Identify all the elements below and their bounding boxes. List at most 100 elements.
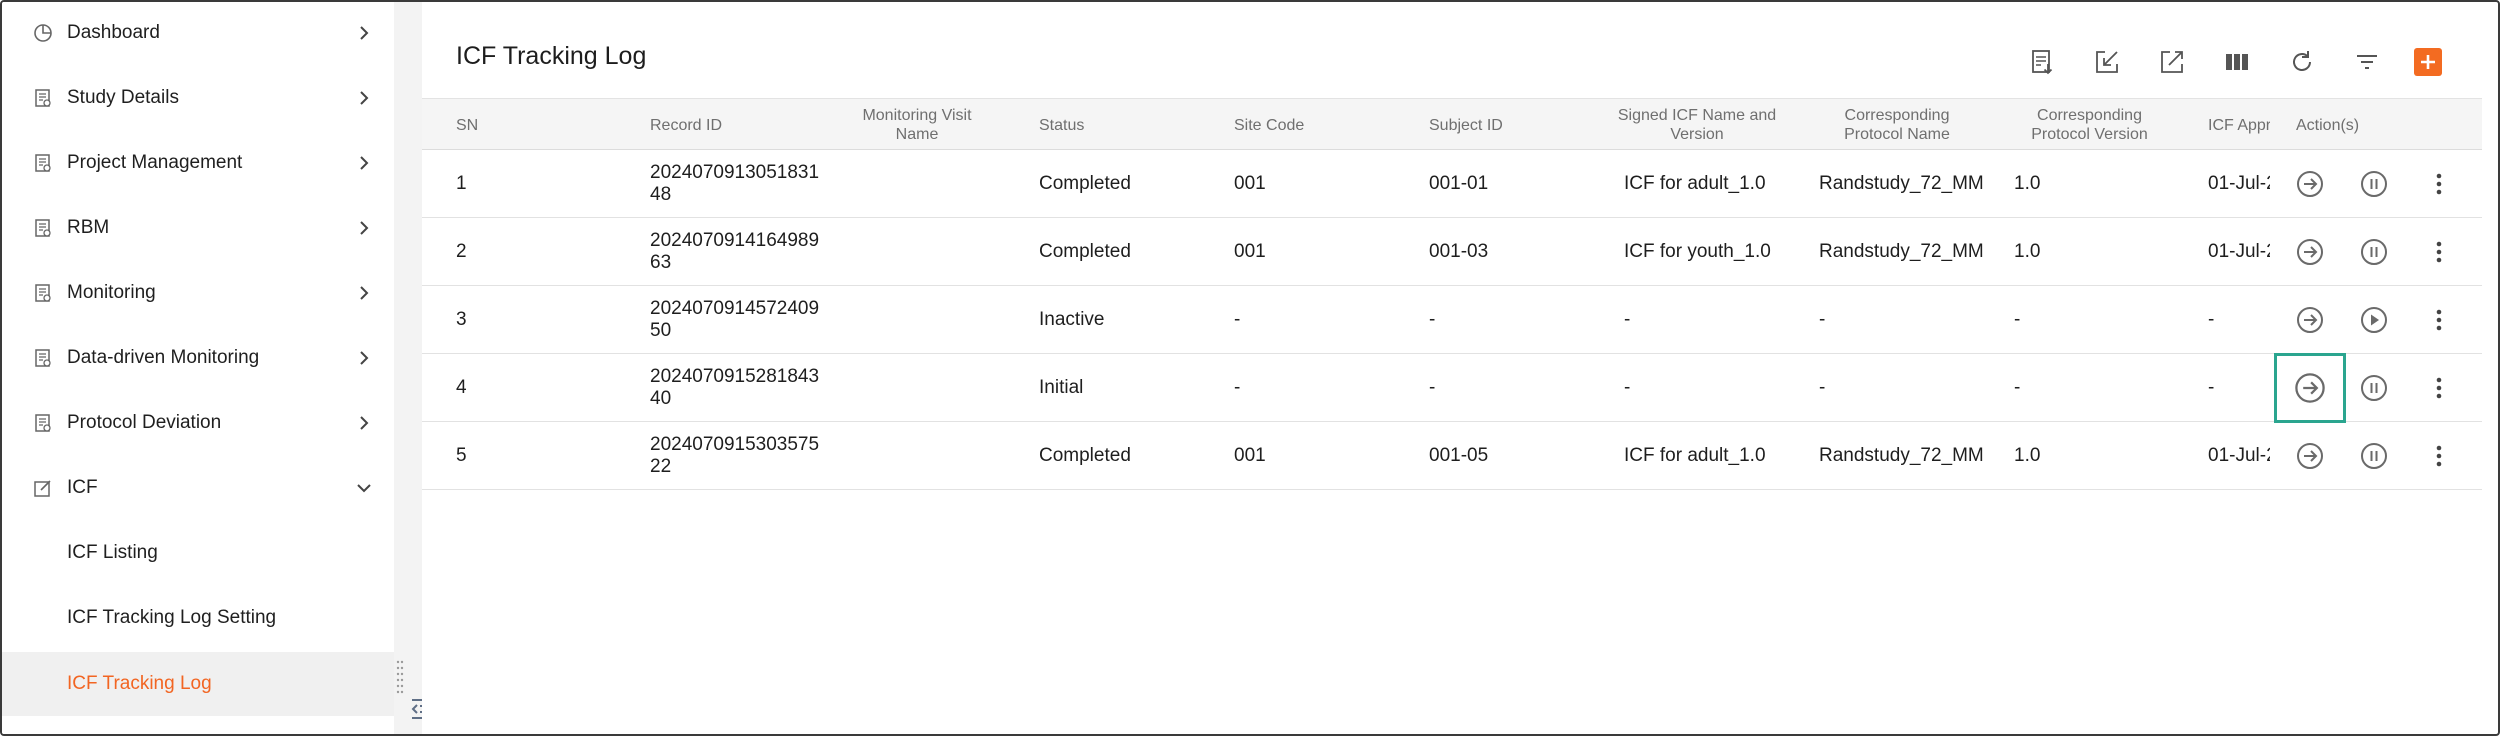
cell-subject-id: - <box>1429 377 1436 398</box>
cell-protocol-name: Randstudy_72_MM <box>1819 445 1984 466</box>
filter-button[interactable] <box>2347 42 2387 82</box>
page-title: ICF Tracking Log <box>456 42 647 70</box>
cell-signed-icf: - <box>1624 309 1631 330</box>
sidebar-subitem-icf-tracking-log[interactable]: ICF Tracking Log <box>2 652 394 716</box>
sidebar-item-label: Data-driven Monitoring <box>67 347 260 368</box>
sidebar-subitem-label: ICF Tracking Log <box>67 673 212 694</box>
column-header-signed-icf[interactable]: Signed ICF Name and Version <box>1612 99 1782 151</box>
cell-icf-approval: 01-Jul-2 <box>2208 173 2270 194</box>
document-icon <box>32 217 54 239</box>
more-options-button[interactable] <box>2422 439 2456 473</box>
cell-protocol-version: - <box>2014 377 2021 398</box>
cell-status: Inactive <box>1039 309 1105 330</box>
more-options-button[interactable] <box>2422 167 2456 201</box>
sidebar-item-data-driven-monitoring[interactable]: Data-driven Monitoring <box>2 327 394 389</box>
main-panel: ICF Tracking Log SN Record ID Monitoring… <box>422 14 2484 724</box>
column-header-sn[interactable]: SN <box>456 99 478 151</box>
sidebar-item-rbm[interactable]: RBM <box>2 197 394 259</box>
more-vertical-icon <box>2436 377 2442 399</box>
more-options-button[interactable] <box>2422 303 2456 337</box>
cell-protocol-version: 1.0 <box>2014 241 2041 262</box>
cell-signed-icf: ICF for youth_1.0 <box>1624 241 1771 262</box>
cell-icf-approval: - <box>2208 377 2215 398</box>
cell-protocol-name: Randstudy_72_MM <box>1819 173 1984 194</box>
cell-sn: 3 <box>456 309 467 330</box>
edit-icon <box>32 477 54 499</box>
sidebar-subitem-icf-listing[interactable]: ICF Listing <box>2 522 394 584</box>
view-button[interactable] <box>2293 235 2327 269</box>
cell-icf-approval: 01-Jul-2 <box>2208 241 2270 262</box>
cell-status: Completed <box>1039 241 1131 262</box>
column-header-protocol-name[interactable]: Corresponding Protocol Name <box>1822 99 1972 151</box>
pause-button[interactable] <box>2357 235 2391 269</box>
sidebar-item-label: Project Management <box>67 152 243 173</box>
cell-subject-id: 001-01 <box>1429 173 1489 194</box>
sidebar-subitem-icf-tracking-log-setting[interactable]: ICF Tracking Log Setting <box>2 587 394 649</box>
column-header-record-id[interactable]: Record ID <box>650 99 722 151</box>
cell-status: Completed <box>1039 173 1131 194</box>
column-header-site-code[interactable]: Site Code <box>1234 99 1304 151</box>
sidebar-item-protocol-deviation[interactable]: Protocol Deviation <box>2 392 394 454</box>
play-button[interactable] <box>2357 303 2391 337</box>
more-options-button[interactable] <box>2422 371 2456 405</box>
more-vertical-icon <box>2436 241 2442 263</box>
cell-protocol-version: - <box>2014 309 2021 330</box>
add-button[interactable] <box>2414 48 2442 76</box>
document-icon <box>32 152 54 174</box>
cell-record-id: 202407091305183148 <box>650 162 820 205</box>
table-row[interactable]: 5 202407091530357522 Completed 001 001-0… <box>422 422 2482 490</box>
pause-button[interactable] <box>2357 371 2391 405</box>
chevron-right-icon <box>360 221 369 235</box>
table-row[interactable]: 4 202407091528184340 Initial - - - - - - <box>422 353 2482 423</box>
view-button[interactable] <box>2293 439 2327 473</box>
column-header-icf-approval[interactable]: ICF Appro <box>2208 99 2270 151</box>
export-list-button[interactable] <box>2022 42 2062 82</box>
column-header-subject-id[interactable]: Subject ID <box>1429 99 1503 151</box>
column-header-monitoring-visit-name[interactable]: Monitoring Visit Name <box>842 99 992 151</box>
sidebar-item-icf[interactable]: ICF <box>2 457 394 519</box>
open-external-button[interactable] <box>2152 42 2192 82</box>
sidebar-item-project-management[interactable]: Project Management <box>2 132 394 194</box>
sidebar-item-label: ICF <box>67 477 98 498</box>
more-options-button[interactable] <box>2422 235 2456 269</box>
pause-circle-icon <box>2361 239 2387 265</box>
document-icon <box>32 347 54 369</box>
column-header-protocol-version[interactable]: Corresponding Protocol Version <box>2012 99 2167 151</box>
sidebar-item-dashboard[interactable]: Dashboard <box>2 2 394 64</box>
import-button[interactable] <box>2087 42 2127 82</box>
columns-button[interactable] <box>2217 42 2257 82</box>
chevron-right-icon <box>360 351 369 365</box>
pause-button[interactable] <box>2357 167 2391 201</box>
table-row[interactable]: 3 202407091457240950 Inactive - - - - - … <box>422 286 2482 354</box>
chevron-right-icon <box>360 26 369 40</box>
cell-sn: 4 <box>456 377 467 398</box>
sidebar-item-label: Monitoring <box>67 282 156 303</box>
cell-protocol-name: - <box>1819 309 1826 330</box>
view-button[interactable] <box>2293 167 2327 201</box>
resize-handle-icon[interactable] <box>396 658 404 698</box>
cell-site-code: 001 <box>1234 241 1266 262</box>
arrow-right-circle-icon <box>2297 307 2323 333</box>
cell-subject-id: 001-03 <box>1429 241 1489 262</box>
table-row[interactable]: 1 202407091305183148 Completed 001 001-0… <box>422 150 2482 218</box>
chevron-right-icon <box>360 91 369 105</box>
view-button[interactable] <box>2274 353 2346 423</box>
cell-site-code: - <box>1234 309 1241 330</box>
refresh-button[interactable] <box>2282 42 2322 82</box>
sidebar: Dashboard Study Details Project Manageme… <box>2 2 394 734</box>
cell-record-id: 202407091457240950 <box>650 298 820 341</box>
chevron-down-icon <box>357 484 371 493</box>
sidebar-item-study-details[interactable]: Study Details <box>2 67 394 129</box>
cell-record-id: 202407091530357522 <box>650 434 820 477</box>
table-row[interactable]: 2 202407091416498963 Completed 001 001-0… <box>422 218 2482 286</box>
arrow-right-circle-icon <box>2295 373 2325 403</box>
cell-sn: 5 <box>456 445 467 466</box>
pause-button[interactable] <box>2357 439 2391 473</box>
columns-icon <box>2226 54 2248 70</box>
sidebar-subitem-label: ICF Tracking Log Setting <box>67 607 277 628</box>
document-icon <box>32 412 54 434</box>
view-button[interactable] <box>2293 303 2327 337</box>
column-header-status[interactable]: Status <box>1039 99 1084 151</box>
document-icon <box>32 282 54 304</box>
sidebar-item-monitoring[interactable]: Monitoring <box>2 262 394 324</box>
